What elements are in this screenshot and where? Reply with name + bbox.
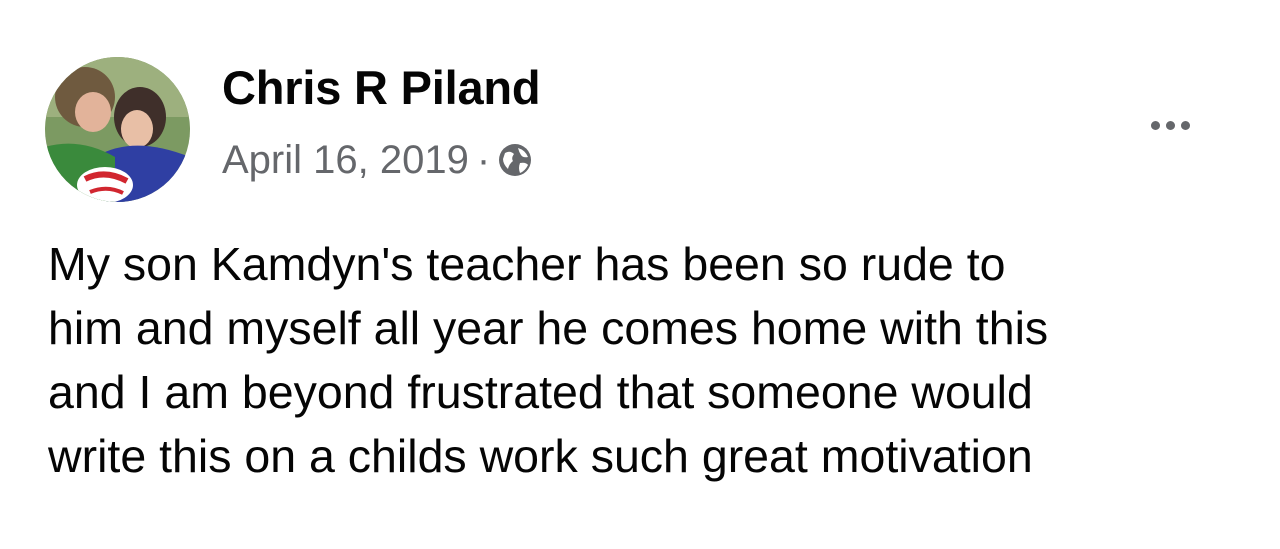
author-avatar[interactable] (45, 57, 190, 202)
more-options-icon[interactable] (1130, 110, 1210, 140)
author-name[interactable]: Chris R Piland (222, 60, 541, 115)
post-text-line: write this on a childs work such great m… (48, 430, 1033, 482)
more-dot (1150, 120, 1160, 130)
post-text-line: My son Kamdyn's teacher has been so rude… (48, 238, 1006, 290)
facebook-post: Chris R Piland April 16, 2019 · My son K… (0, 0, 1280, 549)
post-meta: April 16, 2019 · (222, 134, 534, 186)
meta-separator: · (476, 137, 491, 182)
post-text: My son Kamdyn's teacher has been so rude… (48, 232, 1248, 488)
avatar-photo (45, 57, 190, 202)
globe-icon[interactable] (496, 141, 534, 179)
more-dot (1165, 120, 1175, 130)
more-dot (1180, 120, 1190, 130)
post-text-line: him and myself all year he comes home wi… (48, 302, 1049, 354)
post-date[interactable]: April 16, 2019 (222, 138, 469, 183)
post-text-line: and I am beyond frustrated that someone … (48, 366, 1033, 418)
